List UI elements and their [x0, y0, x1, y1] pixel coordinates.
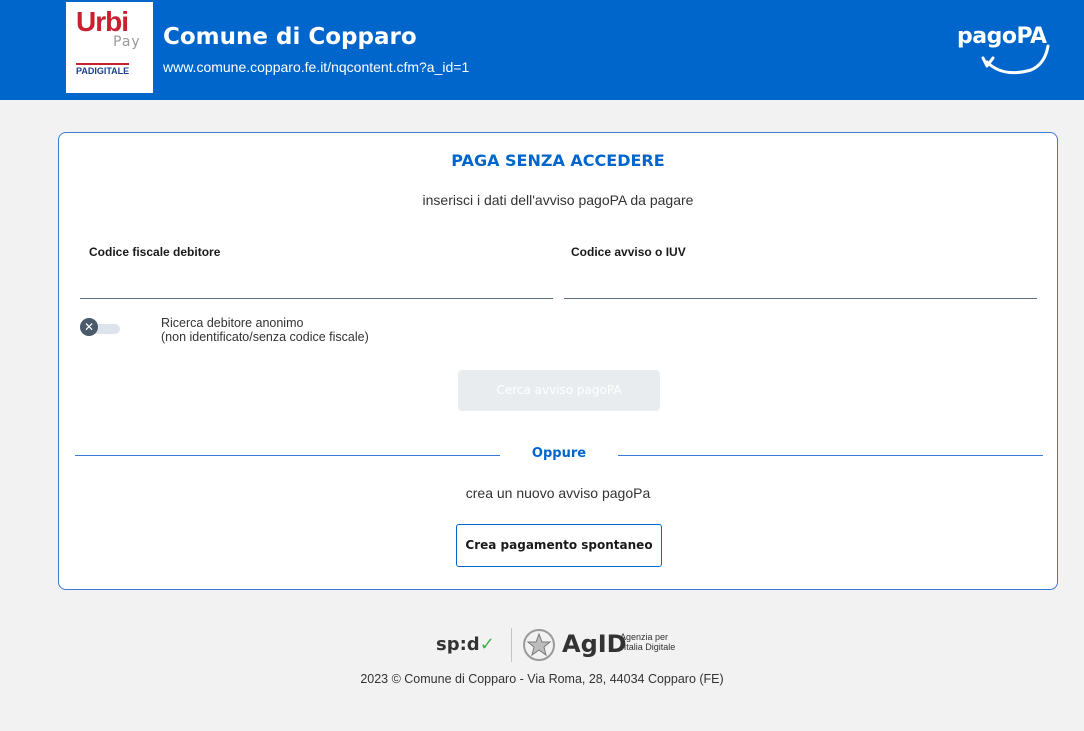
- form-title: PAGA SENZA ACCEDERE: [451, 151, 665, 170]
- spid-logo[interactable]: sp:d✓: [436, 634, 495, 655]
- search-avviso-button[interactable]: Cerca avviso pagoPA: [458, 370, 660, 411]
- urbi-pay-logo[interactable]: Urbi Pay PADIGITALE: [66, 2, 153, 93]
- divider-left: [75, 455, 500, 456]
- italian-emblem-icon: [523, 629, 555, 661]
- logo-padigitale-text: PADIGITALE: [76, 63, 130, 76]
- crea-pagamento-button[interactable]: Crea pagamento spontaneo: [456, 524, 662, 567]
- agid-subtitle: Agenzia per l'Italia Digitale: [620, 632, 675, 652]
- pagopa-logo: pagoPA: [953, 20, 1053, 80]
- header-bar: Urbi Pay PADIGITALE Comune di Copparo ww…: [0, 0, 1084, 100]
- spid-logo-text: sp:d: [436, 634, 480, 655]
- oppure-label: Oppure: [531, 446, 587, 461]
- agid-logo[interactable]: AgID: [562, 630, 627, 658]
- codice-fiscale-input[interactable]: [80, 298, 553, 299]
- footer-copyright: 2023 © Comune di Copparo - Via Roma, 28,…: [360, 672, 724, 686]
- form-subtitle: inserisci i dati dell'avviso pagoPA da p…: [422, 192, 694, 208]
- logo-pay-text: Pay: [113, 34, 141, 50]
- close-icon: ✕: [80, 318, 98, 336]
- page-title[interactable]: Comune di Copparo: [163, 22, 417, 52]
- anonymous-toggle[interactable]: ✕: [80, 318, 122, 338]
- logo-urbi-text: Urbi: [76, 6, 129, 37]
- anonymous-toggle-label-line1: Ricerca debitore anonimo: [161, 316, 304, 330]
- agid-subtitle-line1: Agenzia per: [620, 632, 669, 642]
- comune-url[interactable]: www.comune.copparo.fe.it/nqcontent.cfm?a…: [163, 58, 469, 76]
- divider-right: [618, 455, 1043, 456]
- codice-fiscale-label: Codice fiscale debitore: [89, 245, 221, 259]
- codice-avviso-input[interactable]: [564, 298, 1037, 299]
- payment-card: PAGA SENZA ACCEDERE inserisci i dati del…: [58, 132, 1058, 590]
- codice-avviso-label: Codice avviso o IUV: [571, 245, 686, 259]
- crea-avviso-text: crea un nuovo avviso pagoPa: [465, 485, 651, 501]
- logo-separator: [511, 628, 512, 662]
- footer-logos: sp:d✓ AgID Agenzia per l'Italia Digitale: [436, 626, 696, 664]
- anonymous-toggle-label: Ricerca debitore anonimo (non identifica…: [161, 316, 369, 344]
- check-icon: ✓: [479, 634, 495, 655]
- agid-subtitle-line2: l'Italia Digitale: [620, 642, 676, 652]
- pagopa-logo-text: pagoPA: [957, 24, 1047, 49]
- anonymous-toggle-label-line2: (non identificato/senza codice fiscale): [161, 330, 369, 344]
